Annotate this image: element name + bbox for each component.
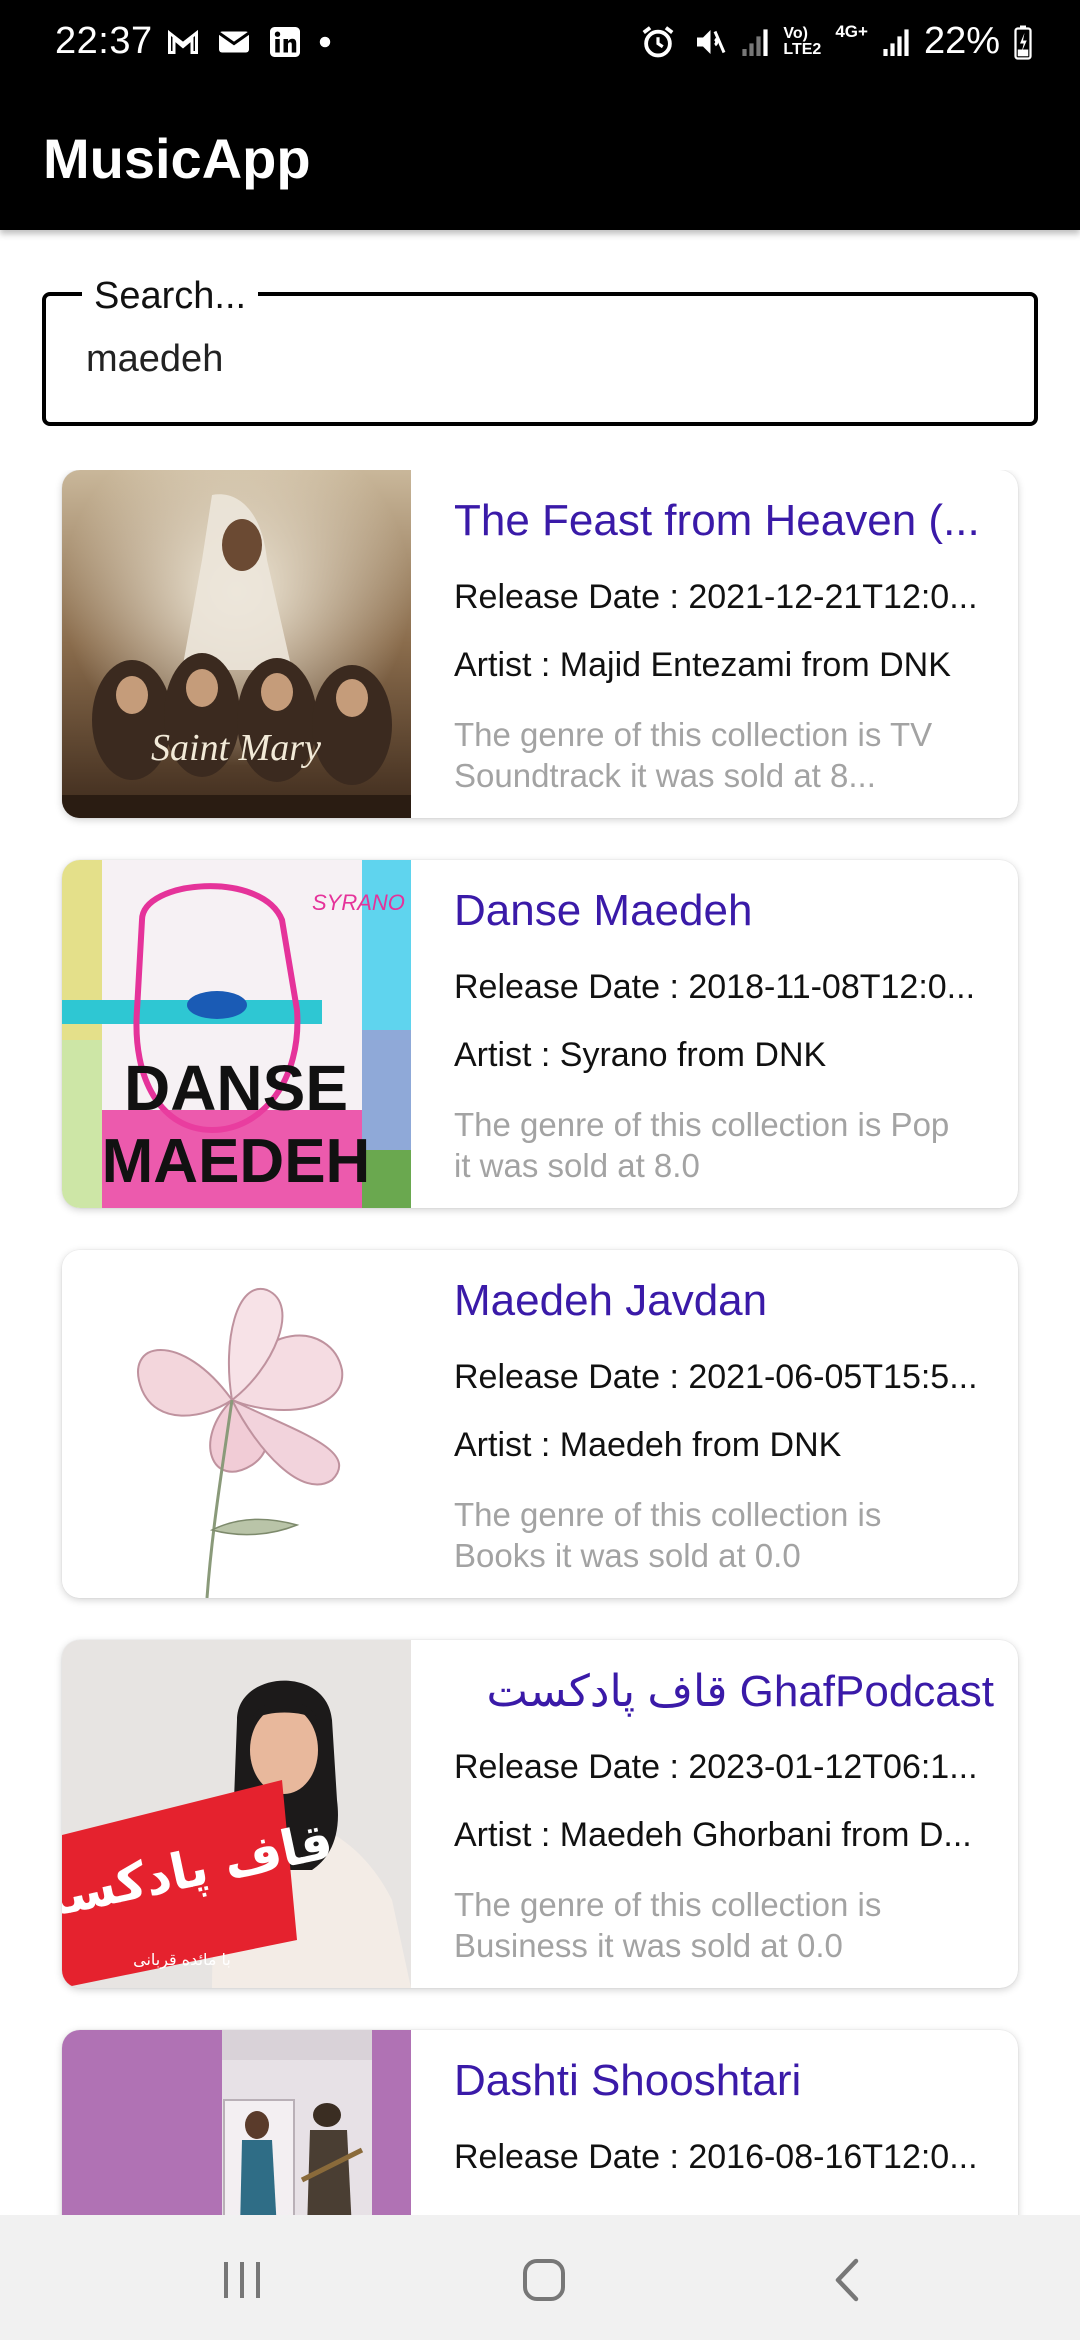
network-label-top: Vo) <box>783 24 808 42</box>
release-date: Release Date : 2023-01-12T06:1... <box>454 1748 978 1786</box>
result-title[interactable]: Maedeh Javdan <box>454 1276 994 1326</box>
recents-icon <box>224 2262 260 2298</box>
result-title[interactable]: The Feast from Heaven (... <box>454 496 994 546</box>
list-item[interactable]: قاف پادکست با مائده قربانی GhafPodcast ق… <box>62 1640 1018 1988</box>
album-art-dashti-shooshtari <box>62 2030 411 2215</box>
album-art-flower <box>62 1250 411 1598</box>
status-time: 22:37 <box>55 20 153 62</box>
dot-icon <box>319 36 331 48</box>
signal-icon <box>742 28 768 56</box>
svg-text:MAEDEH: MAEDEH <box>102 1127 371 1196</box>
network-label-bottom: LTE2 <box>783 40 822 58</box>
home-button[interactable] <box>499 2245 589 2315</box>
album-art-ghaf-podcast: قاف پادکست با مائده قربانی <box>62 1640 411 1988</box>
list-item[interactable]: Saint Mary The Feast from Heaven (... Re… <box>62 470 1018 818</box>
signal-icon <box>883 28 909 56</box>
results-list[interactable]: Saint Mary The Feast from Heaven (... Re… <box>0 470 1080 2215</box>
album-art-brand: SYRANO <box>312 890 405 915</box>
genre-text: The genre of this collection is TV Sound… <box>454 716 933 794</box>
search-label: Search... <box>82 272 259 320</box>
album-art-danse-maedeh: SYRANO DANSE MAEDEH <box>62 860 411 1208</box>
battery-icon <box>1014 25 1032 60</box>
release-date: Release Date : 2021-12-21T12:0... <box>454 578 978 616</box>
genre-text: The genre of this collection is Pop it w… <box>454 1106 950 1184</box>
genre-text: The genre of this collection is Business… <box>454 1886 882 1964</box>
status-right-icons: Vo) LTE2 4G+ 22% <box>639 20 1032 63</box>
artist-name: Artist : Maedeh from DNK <box>454 1426 842 1464</box>
app-title: MusicApp <box>43 127 311 190</box>
battery-percent: 22% <box>923 20 1000 62</box>
search-input[interactable] <box>86 338 986 381</box>
album-art-text: Saint Mary <box>151 727 321 769</box>
search-field[interactable]: Search... <box>42 272 1038 426</box>
list-item[interactable]: SYRANO DANSE MAEDEH Danse Maedeh Release… <box>62 860 1018 1208</box>
artist-name: Artist : Maedeh Ghorbani from D... <box>454 1816 972 1854</box>
genre-text: The genre of this collection is Books it… <box>454 1496 882 1574</box>
network-label: Vo) LTE2 <box>783 24 822 58</box>
recents-button[interactable] <box>197 2245 287 2315</box>
result-title[interactable]: GhafPodcast قاف پادکست <box>454 1666 994 1717</box>
home-icon <box>523 2259 565 2301</box>
svg-text:DANSE: DANSE <box>124 1052 348 1124</box>
album-art-saint-mary: Saint Mary <box>62 470 411 818</box>
artist-name: Artist : Syrano from DNK <box>454 1036 827 1074</box>
network-type: 4G+ <box>835 22 868 41</box>
back-icon <box>835 2258 859 2302</box>
album-art-subtext: با مائده قربانی <box>133 1950 231 1970</box>
release-date: Release Date : 2016-08-16T12:0... <box>454 2138 978 2176</box>
release-date: Release Date : 2018-11-08T12:0... <box>454 968 976 1006</box>
navigation-bar <box>0 2215 1080 2340</box>
back-button[interactable] <box>802 2245 892 2315</box>
alarm-icon <box>643 25 674 57</box>
result-title[interactable]: Dashti Shooshtari <box>454 2056 994 2106</box>
list-item[interactable]: Maedeh Javdan Release Date : 2021-06-05T… <box>62 1250 1018 1598</box>
notification-icons <box>165 24 333 60</box>
status-bar: 22:37 Vo) LTE2 4G+ 22% <box>0 0 1080 86</box>
linkedin-icon <box>270 27 300 57</box>
mute-icon <box>697 29 726 54</box>
mail-icon <box>218 31 250 53</box>
release-date: Release Date : 2021-06-05T15:5... <box>454 1358 978 1396</box>
result-title[interactable]: Danse Maedeh <box>454 886 994 936</box>
gmail-icon <box>168 29 198 54</box>
app-bar: MusicApp <box>0 86 1080 230</box>
artist-name: Artist : Majid Entezami from DNK <box>454 646 951 684</box>
list-item[interactable]: Dashti Shooshtari Release Date : 2016-08… <box>62 2030 1018 2215</box>
